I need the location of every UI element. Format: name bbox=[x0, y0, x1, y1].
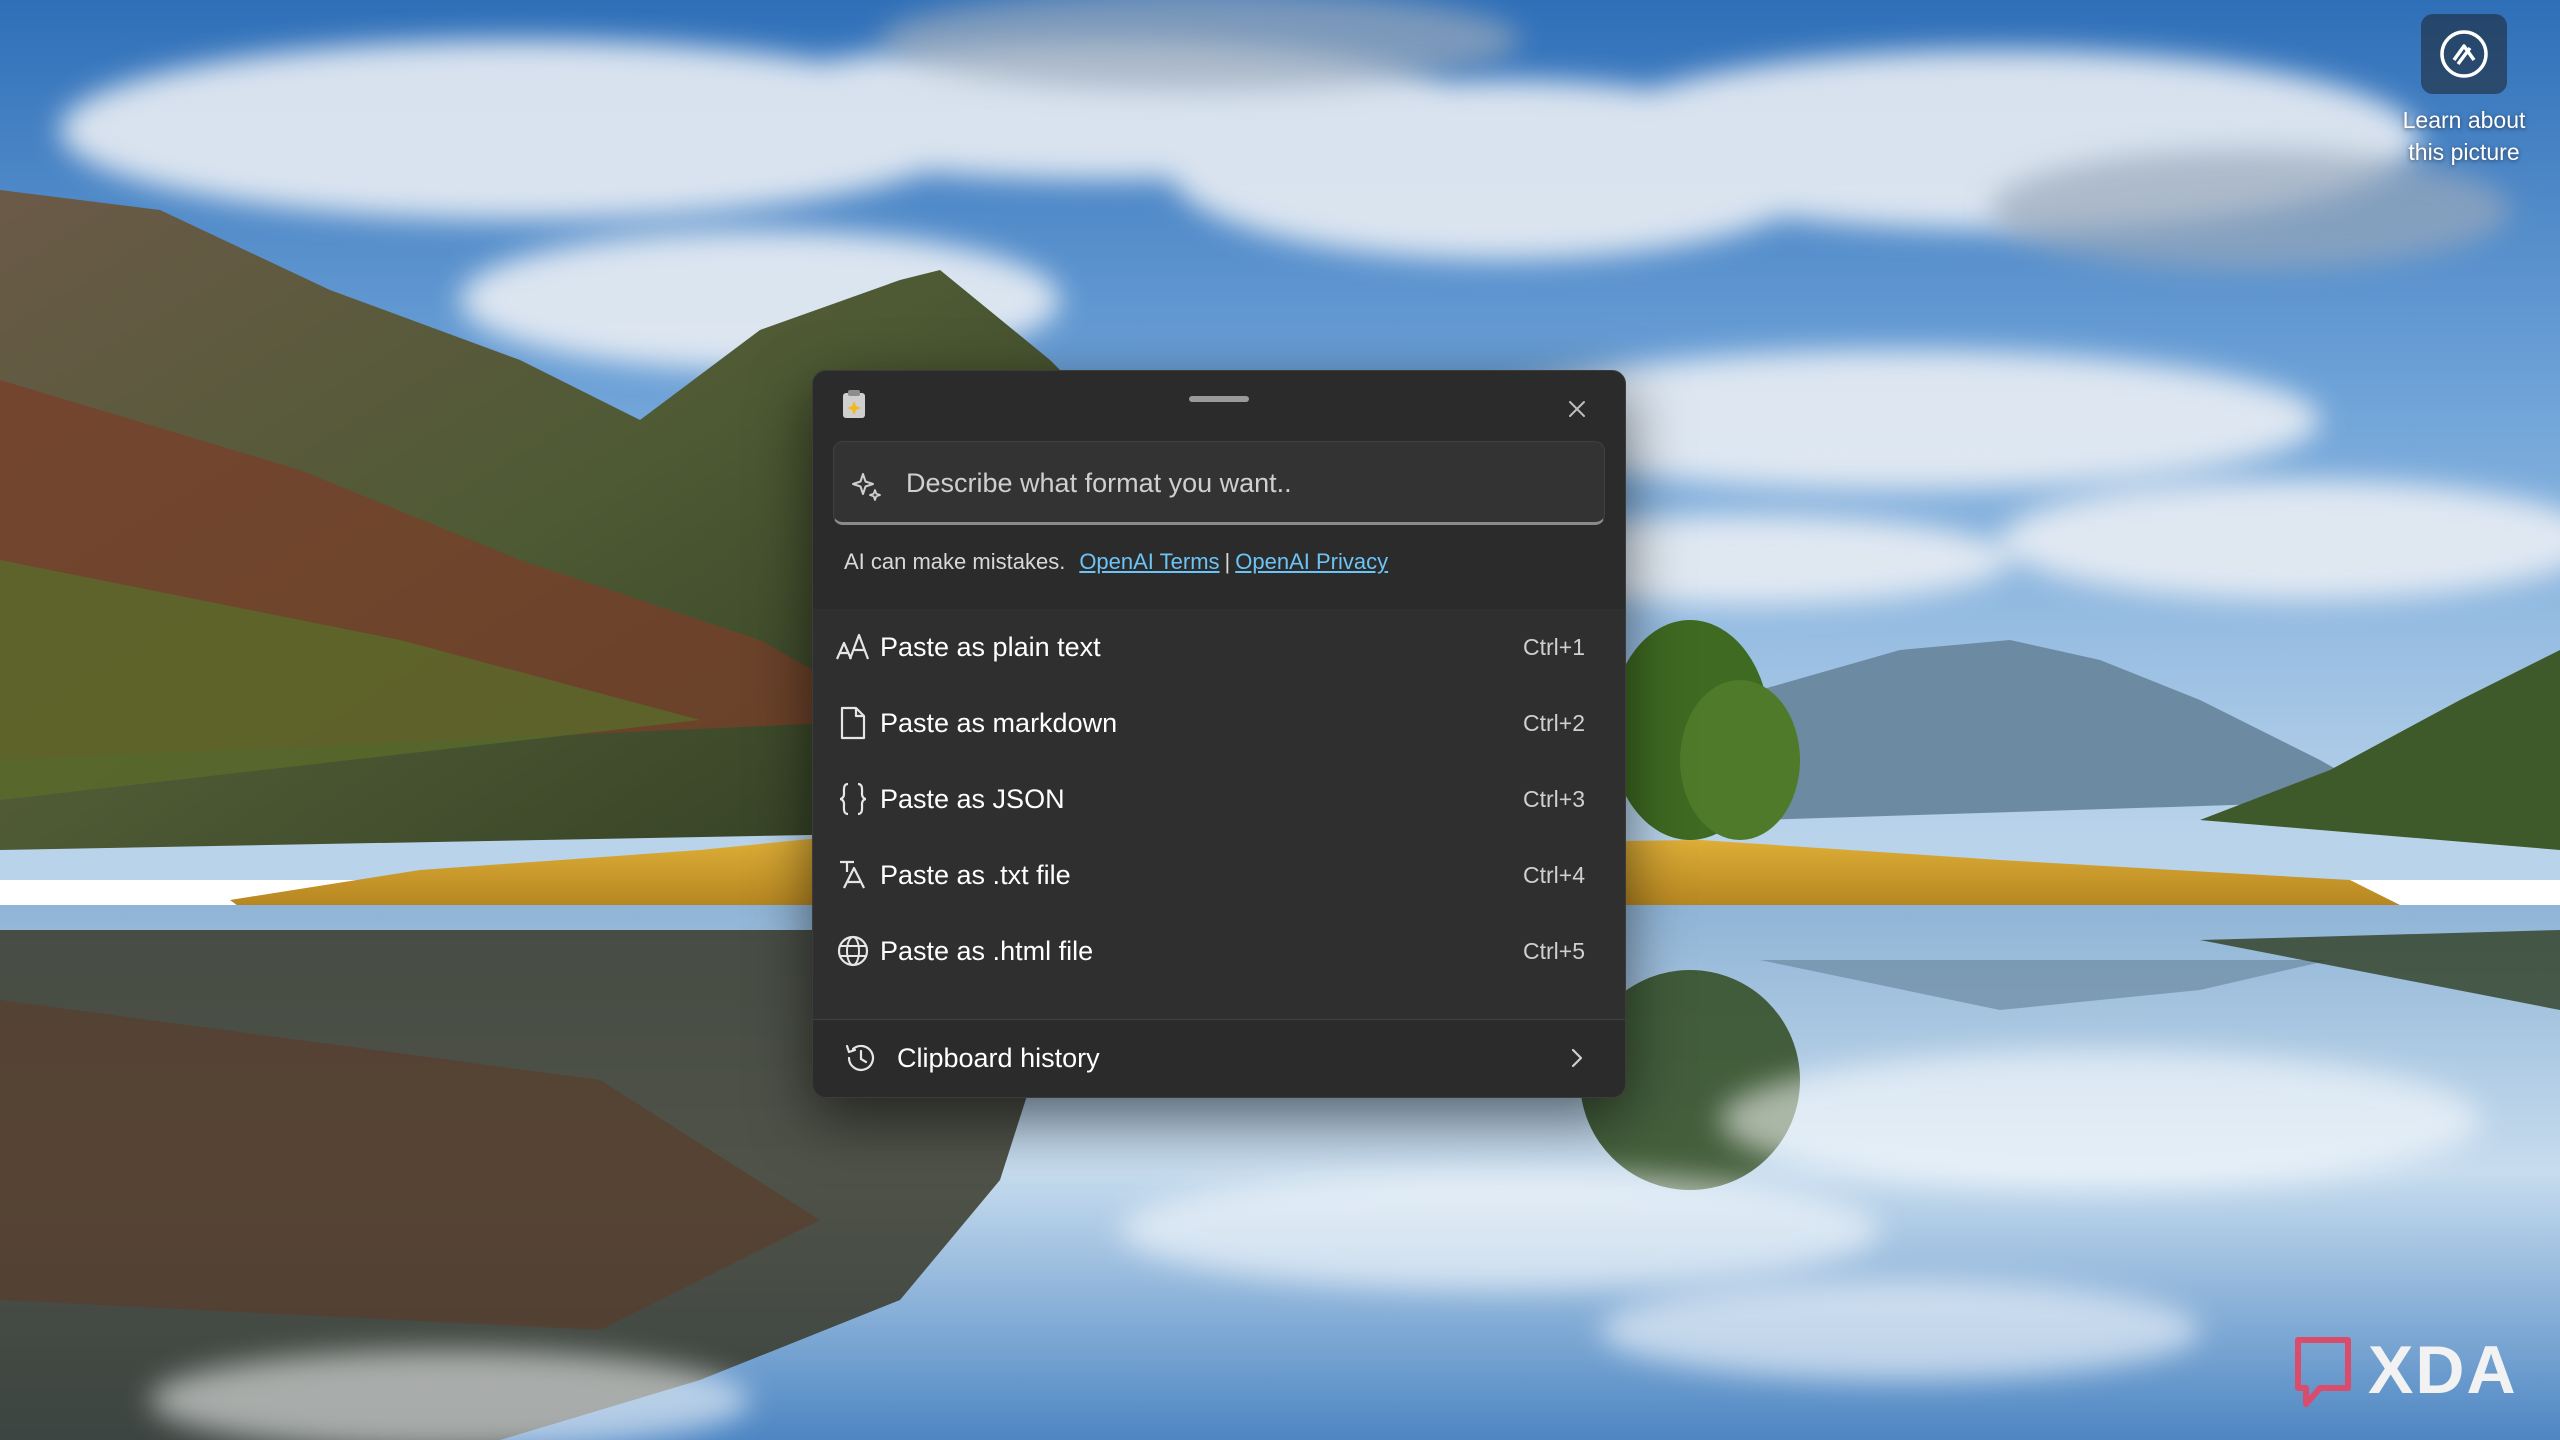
format-prompt-box[interactable] bbox=[833, 441, 1605, 525]
format-prompt-input[interactable] bbox=[904, 460, 1588, 506]
paste-txt-file-option[interactable]: Paste as .txt file Ctrl+4 bbox=[813, 837, 1625, 913]
option-shortcut: Ctrl+4 bbox=[1523, 861, 1585, 888]
chevron-right-icon bbox=[1569, 1046, 1585, 1075]
paste-markdown-option[interactable]: Paste as markdown Ctrl+2 bbox=[813, 685, 1625, 761]
paste-json-option[interactable]: Paste as JSON Ctrl+3 bbox=[813, 761, 1625, 837]
globe-icon bbox=[835, 933, 871, 969]
clipboard-history-label: Clipboard history bbox=[897, 1043, 1100, 1073]
option-label: Paste as JSON bbox=[880, 783, 1065, 814]
advanced-paste-window: AI can make mistakes. OpenAI Terms | Ope… bbox=[812, 370, 1626, 1098]
option-label: Paste as .html file bbox=[880, 935, 1094, 966]
braces-icon bbox=[835, 781, 871, 817]
xda-logo-icon bbox=[2295, 1337, 2351, 1407]
option-shortcut: Ctrl+2 bbox=[1523, 709, 1585, 736]
option-label: Paste as plain text bbox=[880, 631, 1101, 662]
xda-watermark-text: XDA bbox=[2368, 1332, 2518, 1408]
openai-terms-link[interactable]: OpenAI Terms bbox=[1079, 549, 1219, 575]
drag-handle[interactable] bbox=[1189, 396, 1249, 402]
learn-about-line-1: Learn about bbox=[2402, 107, 2526, 133]
history-icon bbox=[843, 1040, 879, 1081]
camera-info-icon bbox=[2421, 14, 2507, 94]
paste-html-file-option[interactable]: Paste as .html file Ctrl+5 bbox=[813, 913, 1625, 989]
document-icon bbox=[835, 705, 871, 741]
font-size-icon bbox=[835, 629, 871, 665]
option-label: Paste as .txt file bbox=[880, 859, 1071, 890]
learn-about-picture[interactable]: Learn about this picture bbox=[2382, 14, 2546, 168]
paste-plain-text-option[interactable]: Paste as plain text Ctrl+1 bbox=[813, 609, 1625, 685]
option-label: Paste as markdown bbox=[880, 707, 1118, 738]
link-separator: | bbox=[1224, 549, 1231, 574]
text-file-icon bbox=[835, 857, 871, 893]
sparkle-icon bbox=[851, 470, 883, 507]
title-bar[interactable] bbox=[813, 371, 1625, 435]
close-icon bbox=[1569, 401, 1585, 417]
clipboard-history-button[interactable]: Clipboard history bbox=[813, 1020, 1625, 1097]
option-shortcut: Ctrl+5 bbox=[1523, 937, 1585, 964]
learn-about-line-2: this picture bbox=[2408, 139, 2520, 165]
option-shortcut: Ctrl+1 bbox=[1523, 633, 1585, 660]
xda-watermark: XDA bbox=[2290, 1325, 2540, 1415]
close-button[interactable] bbox=[1553, 385, 1601, 433]
disclaimer-text: AI can make mistakes. bbox=[844, 549, 1066, 574]
option-shortcut: Ctrl+3 bbox=[1523, 785, 1585, 812]
openai-privacy-link[interactable]: OpenAI Privacy bbox=[1235, 549, 1388, 575]
clipboard-sparkle-icon bbox=[840, 389, 868, 424]
ai-disclaimer: AI can make mistakes. OpenAI Terms | Ope… bbox=[844, 547, 1388, 577]
